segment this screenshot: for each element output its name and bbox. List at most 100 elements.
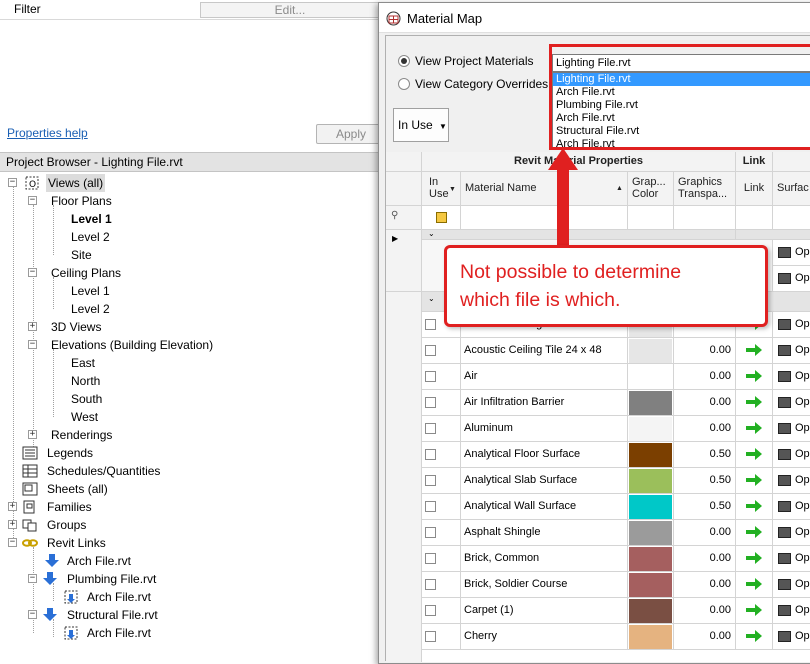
in-use-checkbox[interactable] bbox=[425, 631, 436, 642]
right-arrow-icon[interactable] bbox=[746, 474, 762, 486]
right-arrow-icon[interactable] bbox=[746, 448, 762, 460]
transparency-cell[interactable]: 0.00 bbox=[674, 390, 736, 416]
filter-cell-transparency[interactable] bbox=[674, 206, 736, 230]
col-header-graphics-color[interactable]: Grap... Color bbox=[628, 172, 674, 206]
in-use-cell[interactable] bbox=[422, 494, 461, 520]
transparency-cell[interactable]: 0.50 bbox=[674, 442, 736, 468]
tree-item-south[interactable]: South bbox=[71, 390, 102, 408]
transparency-cell[interactable]: 0.00 bbox=[674, 598, 736, 624]
transparency-cell[interactable]: 0.00 bbox=[674, 624, 736, 650]
graphics-color-cell[interactable] bbox=[628, 364, 674, 390]
filter-dropdown-icon[interactable]: ▼ bbox=[449, 184, 456, 196]
tree-item-east[interactable]: East bbox=[71, 354, 95, 372]
expand-icon[interactable]: + bbox=[8, 520, 17, 529]
right-arrow-icon[interactable] bbox=[746, 370, 762, 382]
filter-cell-name[interactable] bbox=[461, 206, 628, 230]
link-cell[interactable] bbox=[736, 364, 773, 390]
collapse-icon[interactable]: − bbox=[8, 178, 17, 187]
surface-cell[interactable]: Op bbox=[773, 364, 810, 390]
graphics-color-cell[interactable] bbox=[628, 416, 674, 442]
transparency-cell[interactable]: 0.50 bbox=[674, 468, 736, 494]
apply-button[interactable]: Apply bbox=[316, 124, 386, 144]
material-name-cell[interactable]: Brick, Common bbox=[461, 546, 628, 572]
surface-cell[interactable]: Op bbox=[773, 520, 810, 546]
right-arrow-icon[interactable] bbox=[746, 422, 762, 434]
surface-cell[interactable]: Op bbox=[773, 494, 810, 520]
col-header-in-use[interactable]: In Use ▼ bbox=[422, 172, 461, 206]
tree-item-north[interactable]: North bbox=[71, 372, 100, 390]
in-use-cell[interactable] bbox=[422, 598, 461, 624]
in-use-filter-button[interactable]: In Use ▼ bbox=[393, 108, 449, 142]
tree-item-floor-level2[interactable]: Level 2 bbox=[71, 228, 110, 246]
expand-icon[interactable]: + bbox=[28, 322, 37, 331]
filter-cell-color[interactable] bbox=[628, 206, 674, 230]
graphics-color-cell[interactable] bbox=[628, 468, 674, 494]
material-name-cell[interactable]: Acoustic Ceiling Tile 24 x 48 bbox=[461, 338, 628, 364]
dialog-titlebar[interactable]: Material Map bbox=[379, 3, 810, 33]
right-arrow-icon[interactable] bbox=[746, 500, 762, 512]
surface-cell[interactable]: Op bbox=[773, 390, 810, 416]
right-arrow-icon[interactable] bbox=[746, 526, 762, 538]
transparency-cell[interactable]: 0.00 bbox=[674, 546, 736, 572]
material-name-cell[interactable]: Cherry bbox=[461, 624, 628, 650]
in-use-cell[interactable] bbox=[422, 390, 461, 416]
link-cell[interactable] bbox=[736, 624, 773, 650]
in-use-checkbox[interactable] bbox=[425, 397, 436, 408]
in-use-cell[interactable] bbox=[422, 572, 461, 598]
surface-cell[interactable]: Op bbox=[773, 624, 810, 650]
surface-cell[interactable]: Op bbox=[773, 266, 810, 292]
material-name-cell[interactable]: Analytical Wall Surface bbox=[461, 494, 628, 520]
tree-item-ceiling-level1[interactable]: Level 1 bbox=[71, 282, 110, 300]
material-name-cell[interactable]: Air bbox=[461, 364, 628, 390]
in-use-cell[interactable] bbox=[422, 338, 461, 364]
properties-help-link[interactable]: Properties help bbox=[7, 126, 88, 140]
graphics-color-cell[interactable] bbox=[628, 338, 674, 364]
in-use-cell[interactable] bbox=[422, 364, 461, 390]
transparency-cell[interactable]: 0.00 bbox=[674, 520, 736, 546]
in-use-cell[interactable] bbox=[422, 442, 461, 468]
right-arrow-icon[interactable] bbox=[746, 630, 762, 642]
collapse-icon[interactable]: − bbox=[28, 196, 37, 205]
link-cell[interactable] bbox=[736, 598, 773, 624]
graphics-color-cell[interactable] bbox=[628, 624, 674, 650]
transparency-cell[interactable]: 0.00 bbox=[674, 416, 736, 442]
link-cell[interactable] bbox=[736, 494, 773, 520]
row-expand-icon[interactable]: ▶ bbox=[392, 234, 398, 243]
expand-icon[interactable]: + bbox=[28, 430, 37, 439]
graphics-color-cell[interactable] bbox=[628, 598, 674, 624]
link-cell[interactable] bbox=[736, 468, 773, 494]
collapse-icon[interactable]: − bbox=[28, 340, 37, 349]
graphics-color-cell[interactable] bbox=[628, 520, 674, 546]
radio-view-project-materials[interactable]: View Project Materials bbox=[398, 54, 534, 68]
material-name-cell[interactable]: Carpet (1) bbox=[461, 598, 628, 624]
radio-view-category-overrides[interactable]: View Category Overrides (0) bbox=[398, 77, 566, 91]
link-cell[interactable] bbox=[736, 442, 773, 468]
filter-cell-in-use[interactable] bbox=[422, 206, 461, 230]
link-cell[interactable] bbox=[736, 390, 773, 416]
right-arrow-icon[interactable] bbox=[746, 396, 762, 408]
group-collapse-icon[interactable]: ⌄ bbox=[428, 294, 435, 303]
surface-cell[interactable]: Op bbox=[773, 546, 810, 572]
material-name-cell[interactable]: Brick, Soldier Course bbox=[461, 572, 628, 598]
col-header-surface[interactable]: Surfac bbox=[773, 172, 810, 206]
edit-button[interactable]: Edit... bbox=[200, 2, 380, 18]
surface-cell[interactable]: Op bbox=[773, 572, 810, 598]
tree-item-west[interactable]: West bbox=[71, 408, 98, 426]
surface-cell[interactable]: Op bbox=[773, 240, 810, 266]
graphics-color-cell[interactable] bbox=[628, 442, 674, 468]
in-use-cell[interactable] bbox=[422, 624, 461, 650]
surface-cell[interactable]: Op bbox=[773, 416, 810, 442]
tree-item-floor-site[interactable]: Site bbox=[71, 246, 92, 264]
in-use-checkbox[interactable] bbox=[425, 501, 436, 512]
right-arrow-icon[interactable] bbox=[746, 344, 762, 356]
radio-dot[interactable] bbox=[398, 55, 410, 67]
right-arrow-icon[interactable] bbox=[746, 578, 762, 590]
transparency-cell[interactable]: 0.00 bbox=[674, 338, 736, 364]
in-use-checkbox[interactable] bbox=[425, 605, 436, 616]
material-name-cell[interactable]: Air Infiltration Barrier bbox=[461, 390, 628, 416]
right-arrow-icon[interactable] bbox=[746, 552, 762, 564]
col-header-material-name[interactable]: Material Name ▲ bbox=[461, 172, 628, 206]
in-use-checkbox[interactable] bbox=[425, 527, 436, 538]
group-collapse-icon[interactable]: ⌄ bbox=[428, 230, 435, 238]
expand-icon[interactable]: + bbox=[8, 502, 17, 511]
